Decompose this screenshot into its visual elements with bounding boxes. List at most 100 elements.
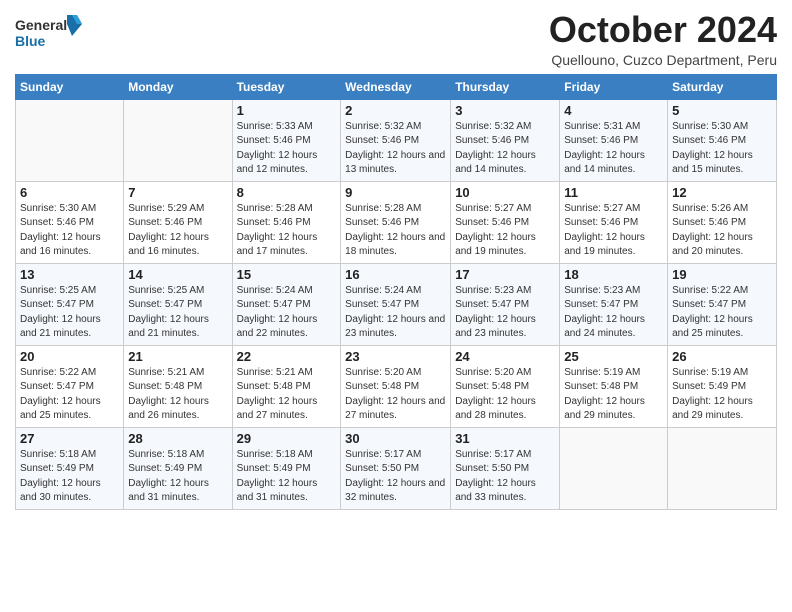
calendar-cell-4-3: 30 Sunrise: 5:17 AMSunset: 5:50 PMDayligh…	[341, 427, 451, 509]
sunrise-text: Sunrise: 5:25 AM	[20, 284, 119, 299]
daylight-text: Daylight: 12 hours and 29 minutes.	[564, 395, 663, 424]
daylight-text: Daylight: 12 hours and 25 minutes.	[672, 313, 772, 342]
header: General Blue October 2024 Quellouno, Cuz…	[15, 10, 777, 68]
month-title: October 2024	[549, 10, 777, 50]
day-number: 4	[564, 103, 663, 118]
day-number: 30	[345, 431, 446, 446]
sunrise-text: Sunrise: 5:27 AM	[564, 202, 663, 217]
calendar-cell-0-5: 4Sunrise: 5:31 AMSunset: 5:46 PMDaylight…	[560, 99, 668, 181]
calendar-cell-4-1: 28 Sunrise: 5:18 AMSunset: 5:49 PMDayligh…	[124, 427, 232, 509]
week-row-1: 1Sunrise: 5:33 AMSunset: 5:46 PMDaylight…	[16, 99, 777, 181]
day-number: 5	[672, 103, 772, 118]
day-number: 18	[564, 267, 663, 282]
sunrise-text: Sunrise: 5:33 AM	[237, 120, 337, 135]
daylight-text: Daylight: 12 hours and 23 minutes.	[345, 313, 446, 342]
sunset-text: Sunset: 5:46 PM	[564, 216, 663, 231]
day-info: Sunrise: 5:32 AMSunset: 5:46 PMDaylight:…	[345, 120, 446, 178]
daylight-text: Daylight: 12 hours and 19 minutes.	[564, 231, 663, 260]
calendar-cell-4-6	[668, 427, 777, 509]
sunset-text: Sunset: 5:46 PM	[564, 134, 663, 149]
daylight-text: Daylight: 12 hours and 16 minutes.	[20, 231, 119, 260]
calendar-cell-1-3: 9 Sunrise: 5:28 AMSunset: 5:46 PMDaylight…	[341, 181, 451, 263]
day-number: 17	[455, 267, 555, 282]
sunset-text: Sunset: 5:48 PM	[345, 380, 446, 395]
day-info: Sunrise: 5:33 AMSunset: 5:46 PMDaylight:…	[237, 120, 337, 178]
sunrise-text: Sunrise: 5:30 AM	[672, 120, 772, 135]
sunrise-text: Sunrise: 5:20 AM	[345, 366, 446, 381]
sunset-text: Sunset: 5:46 PM	[672, 216, 772, 231]
daylight-text: Daylight: 12 hours and 20 minutes.	[672, 231, 772, 260]
day-number: 11	[564, 185, 663, 200]
day-number: 22	[237, 349, 337, 364]
week-row-4: 20Sunrise: 5:22 AMSunset: 5:47 PMDayligh…	[16, 345, 777, 427]
sunrise-text: Sunrise: 5:17 AM	[345, 448, 446, 463]
sunset-text: Sunset: 5:46 PM	[345, 134, 446, 149]
daylight-text: Daylight: 12 hours and 13 minutes.	[345, 149, 446, 178]
sunset-text: Sunset: 5:50 PM	[455, 462, 555, 477]
sunset-text: Sunset: 5:49 PM	[672, 380, 772, 395]
calendar-cell-0-2: 1Sunrise: 5:33 AMSunset: 5:46 PMDaylight…	[232, 99, 341, 181]
col-tuesday: Tuesday	[232, 74, 341, 99]
day-number: 10	[455, 185, 555, 200]
day-number: 29	[237, 431, 337, 446]
col-thursday: Thursday	[451, 74, 560, 99]
week-row-2: 6Sunrise: 5:30 AMSunset: 5:46 PMDaylight…	[16, 181, 777, 263]
day-number: 31	[455, 431, 555, 446]
calendar-cell-1-4: 10Sunrise: 5:27 AMSunset: 5:46 PMDayligh…	[451, 181, 560, 263]
day-info: Sunrise: 5:27 AMSunset: 5:46 PMDaylight:…	[564, 202, 663, 260]
week-row-5: 27Sunrise: 5:18 AMSunset: 5:49 PMDayligh…	[16, 427, 777, 509]
sunset-text: Sunset: 5:47 PM	[455, 298, 555, 313]
col-saturday: Saturday	[668, 74, 777, 99]
sunrise-text: Sunrise: 5:27 AM	[455, 202, 555, 217]
calendar-cell-1-6: 12Sunrise: 5:26 AMSunset: 5:46 PMDayligh…	[668, 181, 777, 263]
sunrise-text: Sunrise: 5:19 AM	[564, 366, 663, 381]
sunset-text: Sunset: 5:48 PM	[128, 380, 227, 395]
col-monday: Monday	[124, 74, 232, 99]
day-info: Sunrise: 5:32 AMSunset: 5:46 PMDaylight:…	[455, 120, 555, 178]
sunset-text: Sunset: 5:46 PM	[237, 216, 337, 231]
day-number: 26	[672, 349, 772, 364]
sunrise-text: Sunrise: 5:24 AM	[345, 284, 446, 299]
day-info: Sunrise: 5:22 AMSunset: 5:47 PMDaylight:…	[20, 366, 119, 424]
calendar-cell-2-2: 15Sunrise: 5:24 AMSunset: 5:47 PMDayligh…	[232, 263, 341, 345]
calendar-cell-2-3: 16Sunrise: 5:24 AMSunset: 5:47 PMDayligh…	[341, 263, 451, 345]
day-number: 19	[672, 267, 772, 282]
sunrise-text: Sunrise: 5:31 AM	[564, 120, 663, 135]
sunrise-text: Sunrise: 5:18 AM	[237, 448, 337, 463]
day-info: Sunrise: 5:23 AMSunset: 5:47 PMDaylight:…	[564, 284, 663, 342]
day-info: Sunrise: 5:18 AMSunset: 5:49 PMDaylight:…	[20, 448, 119, 506]
sunset-text: Sunset: 5:48 PM	[237, 380, 337, 395]
day-info: Sunrise: 5:17 AMSunset: 5:50 PMDaylight:…	[345, 448, 446, 506]
svg-text:General: General	[15, 17, 67, 33]
calendar-cell-3-5: 25Sunrise: 5:19 AMSunset: 5:48 PMDayligh…	[560, 345, 668, 427]
sunset-text: Sunset: 5:47 PM	[345, 298, 446, 313]
day-info: Sunrise: 5:23 AMSunset: 5:47 PMDaylight:…	[455, 284, 555, 342]
logo-area: General Blue	[15, 10, 85, 60]
day-number: 14	[128, 267, 227, 282]
calendar-cell-2-5: 18 Sunrise: 5:23 AMSunset: 5:47 PMDayligh…	[560, 263, 668, 345]
day-number: 28	[128, 431, 227, 446]
daylight-text: Daylight: 12 hours and 31 minutes.	[128, 477, 227, 506]
daylight-text: Daylight: 12 hours and 31 minutes.	[237, 477, 337, 506]
day-info: Sunrise: 5:30 AMSunset: 5:46 PMDaylight:…	[672, 120, 772, 178]
col-wednesday: Wednesday	[341, 74, 451, 99]
sunrise-text: Sunrise: 5:28 AM	[345, 202, 446, 217]
sunset-text: Sunset: 5:47 PM	[20, 380, 119, 395]
day-info: Sunrise: 5:28 AMSunset: 5:46 PMDaylight:…	[345, 202, 446, 260]
sunrise-text: Sunrise: 5:22 AM	[20, 366, 119, 381]
sunrise-text: Sunrise: 5:24 AM	[237, 284, 337, 299]
day-info: Sunrise: 5:18 AMSunset: 5:49 PMDaylight:…	[128, 448, 227, 506]
sunrise-text: Sunrise: 5:20 AM	[455, 366, 555, 381]
day-info: Sunrise: 5:24 AMSunset: 5:47 PMDaylight:…	[345, 284, 446, 342]
daylight-text: Daylight: 12 hours and 32 minutes.	[345, 477, 446, 506]
daylight-text: Daylight: 12 hours and 21 minutes.	[128, 313, 227, 342]
calendar-cell-4-0: 27Sunrise: 5:18 AMSunset: 5:49 PMDayligh…	[16, 427, 124, 509]
day-number: 6	[20, 185, 119, 200]
logo: General Blue	[15, 10, 85, 60]
sunset-text: Sunset: 5:47 PM	[20, 298, 119, 313]
day-number: 9	[345, 185, 446, 200]
calendar-cell-0-6: 5 Sunrise: 5:30 AMSunset: 5:46 PMDaylight…	[668, 99, 777, 181]
daylight-text: Daylight: 12 hours and 29 minutes.	[672, 395, 772, 424]
calendar: Sunday Monday Tuesday Wednesday Thursday…	[15, 74, 777, 510]
sunset-text: Sunset: 5:46 PM	[237, 134, 337, 149]
